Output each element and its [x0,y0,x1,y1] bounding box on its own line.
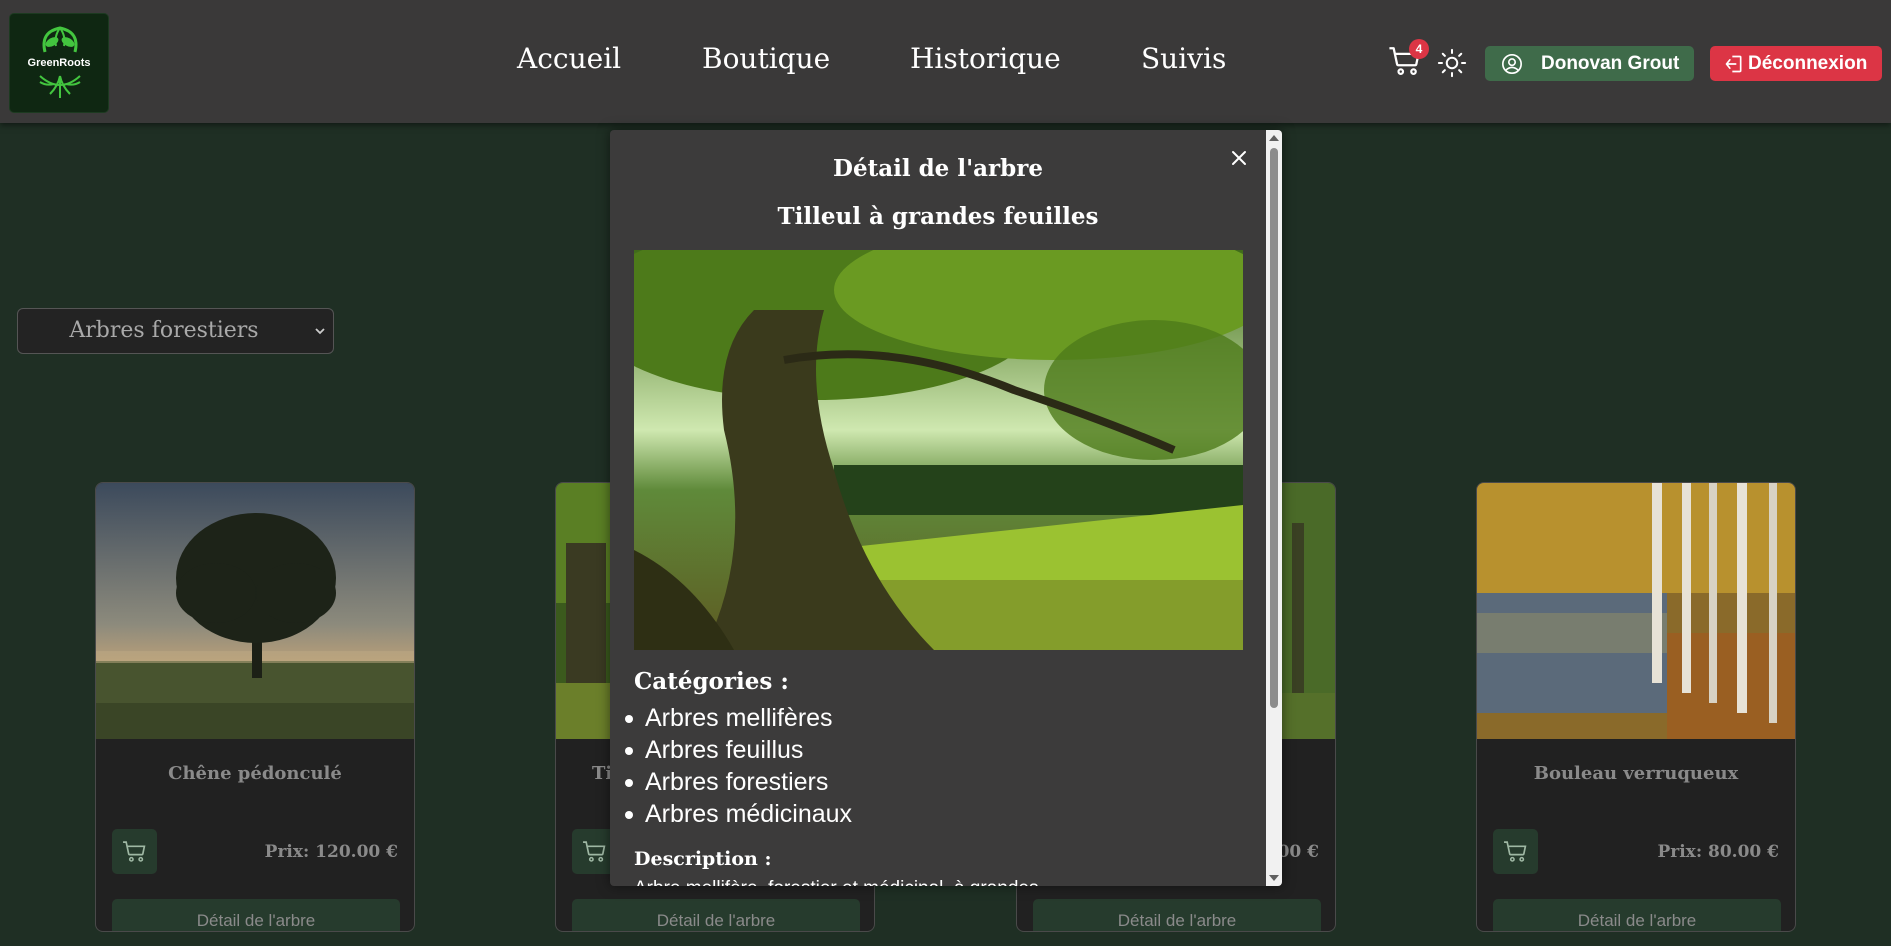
product-price: Prix: 120.00 € [264,842,398,862]
nav-link-boutique[interactable]: Boutique [702,42,830,75]
close-modal-button[interactable] [1229,148,1249,168]
user-name: Donovan Grout [1541,53,1680,74]
scroll-up-icon[interactable] [1269,135,1279,141]
logout-label: Déconnexion [1748,53,1868,74]
tree-name: Tilleul à grandes feuilles [777,203,1099,230]
tree-detail-button[interactable]: Détail de l'arbre [112,899,400,931]
product-card: Chêne pédonculé Prix: 120.00 € Détail de… [95,482,415,932]
product-name: Chêne pédonculé [168,763,342,784]
category-item: Arbres mellifères [625,702,852,734]
tree-detail-button[interactable]: Détail de l'arbre [1033,899,1321,931]
greenroots-logo[interactable]: GreenRoots [9,13,109,113]
tree-detail-button[interactable]: Détail de l'arbre [572,899,860,931]
top-navbar: GreenRoots Accueil Boutique Historique S… [0,0,1891,123]
category-filter-value: Arbres forestiers [69,318,259,343]
cart-icon [1504,841,1527,862]
logout-icon [1725,55,1742,73]
nav-link-historique[interactable]: Historique [910,42,1061,75]
cart-count-badge: 4 [1409,39,1429,59]
nav-link-suivis[interactable]: Suivis [1141,42,1226,75]
user-profile-button[interactable]: Donovan Grout [1485,46,1694,81]
description-text: Arbre mellifère, forestier et médicinal,… [634,878,1038,886]
sun-icon [1437,48,1467,78]
add-to-cart-button[interactable] [1493,829,1538,874]
categories-heading: Catégories : [634,668,789,695]
product-price: Prix: 80.00 € [1657,842,1779,862]
nav-link-accueil[interactable]: Accueil [517,42,621,75]
logout-button[interactable]: Déconnexion [1710,46,1882,81]
cart-icon [123,841,146,862]
modal-scrollbar[interactable] [1266,130,1282,886]
add-to-cart-button[interactable] [112,829,157,874]
logo-text: GreenRoots [27,57,91,69]
category-filter-select[interactable]: Arbres forestiers [17,308,334,354]
product-image-chene [96,483,414,739]
categories-list: Arbres mellifères Arbres feuillus Arbres… [625,702,852,830]
product-price: 00 € [1277,842,1319,862]
chevron-down-icon [315,328,325,335]
modal-title: Détail de l'arbre [833,155,1043,182]
tree-detail-button[interactable]: Détail de l'arbre [1493,899,1781,931]
user-circle-icon [1502,54,1522,74]
category-item: Arbres feuillus [625,734,852,766]
scroll-down-icon[interactable] [1269,875,1279,881]
product-card: Bouleau verruqueux Prix: 80.00 € Détail … [1476,482,1796,932]
description-heading: Description : [634,848,772,870]
theme-toggle-button[interactable] [1437,48,1467,78]
category-item: Arbres médicinaux [625,798,852,830]
product-name: Bouleau verruqueux [1533,763,1739,784]
cart-icon [583,841,606,862]
close-icon [1232,151,1246,165]
scrollbar-thumb[interactable] [1270,148,1278,708]
product-image-bouleau [1477,483,1795,739]
tree-image [634,250,1243,650]
category-item: Arbres forestiers [625,766,852,798]
tree-detail-modal: Détail de l'arbre Tilleul à grandes feui… [610,130,1282,886]
